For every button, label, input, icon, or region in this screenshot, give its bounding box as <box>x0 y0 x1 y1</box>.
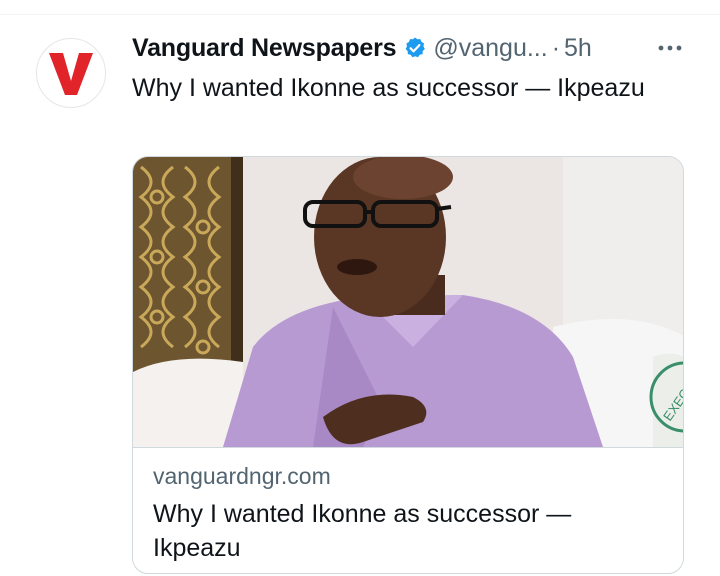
link-card[interactable]: EXECUTI vanguardngr.com Why I wanted Iko… <box>132 156 684 574</box>
card-separator <box>133 447 683 448</box>
card-title[interactable]: Why I wanted Ikonne as successor — Ikpea… <box>153 497 653 565</box>
verified-badge-icon <box>403 36 427 60</box>
tweet-text: Why I wanted Ikonne as successor — Ikpea… <box>132 74 645 102</box>
separator-dot: · <box>551 33 561 62</box>
author-name[interactable]: Vanguard Newspapers <box>132 34 397 63</box>
author-handle[interactable]: @vangu... <box>433 34 547 63</box>
timestamp[interactable]: 5h <box>564 34 592 63</box>
top-divider <box>0 14 720 15</box>
vanguard-logo <box>49 53 93 95</box>
tweet-header: Vanguard Newspapers @vangu... · 5h <box>132 28 690 68</box>
card-image[interactable]: EXECUTI <box>133 157 683 447</box>
avatar[interactable] <box>36 38 106 108</box>
more-options-icon[interactable] <box>650 34 690 62</box>
card-domain[interactable]: vanguardngr.com <box>153 463 331 490</box>
